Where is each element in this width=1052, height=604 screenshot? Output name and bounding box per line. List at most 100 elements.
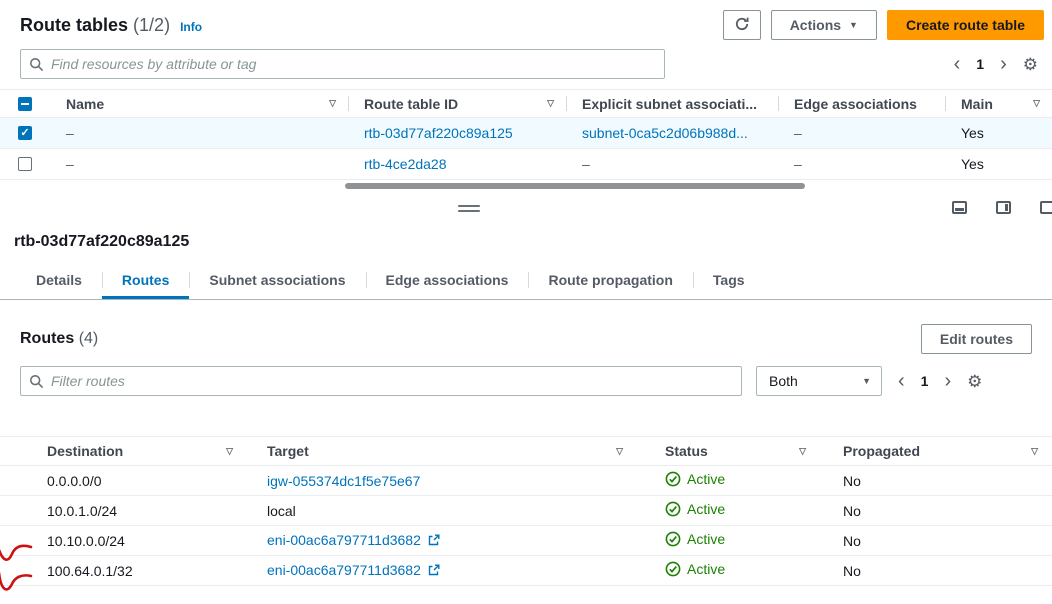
route-row[interactable]: 100.64.0.1/32 eni-00ac6a797711d3682 Acti… (0, 556, 1052, 586)
panel-layout-full-button[interactable] (1036, 197, 1052, 217)
sort-icon[interactable]: ▽ (547, 98, 554, 109)
page-number[interactable]: 1 (921, 373, 929, 389)
route-table-detail-panel: rtb-03d77af220c89a125 Details Routes Sub… (0, 231, 1052, 586)
tab-details[interactable]: Details (16, 263, 102, 299)
route-row[interactable]: 10.0.1.0/24 local Active No (0, 496, 1052, 526)
filter-routes-input[interactable] (20, 366, 742, 396)
next-page-button[interactable]: › (942, 371, 953, 391)
route-tables-table-header: Name ▽ Route table ID ▽ Explicit subnet … (0, 89, 1052, 118)
panel-layout-bottom-icon (952, 201, 967, 214)
cell-name: – (50, 156, 348, 172)
panel-layout-full-icon (1040, 201, 1052, 214)
page-title: Route tables (1/2) (20, 15, 170, 36)
target-link[interactable]: igw-055374dc1f5e75e67 (267, 473, 420, 489)
table-row[interactable]: – rtb-03d77af220c89a125 subnet-0ca5c2d06… (0, 118, 1052, 149)
tab-edge-associations[interactable]: Edge associations (366, 263, 529, 299)
split-panel-divider (0, 189, 1052, 231)
column-header-main: Main ▽ (945, 90, 1052, 117)
route-tables-pagination: ‹ 1 › ⚙ (952, 54, 1038, 74)
page-title-count: (1/2) (133, 15, 170, 35)
select-all-checkbox[interactable] (18, 97, 32, 111)
column-header-name: Name ▽ (50, 90, 348, 117)
search-input[interactable] (20, 49, 665, 79)
row-checkbox[interactable] (18, 157, 32, 171)
route-row[interactable]: 0.0.0.0/0 igw-055374dc1f5e75e67 Active N… (0, 466, 1052, 496)
info-link[interactable]: Info (180, 20, 202, 34)
subnet-link[interactable]: subnet-0ca5c2d06b988d... (582, 125, 748, 141)
tab-subnet-associations[interactable]: Subnet associations (189, 263, 365, 299)
row-checkbox[interactable] (18, 126, 32, 140)
cell-propagated: No (820, 503, 1052, 519)
route-tables-panel: Route tables (1/2) Info Actions ▼ Create… (0, 0, 1052, 189)
create-route-table-button[interactable]: Create route table (887, 10, 1044, 40)
cell-main: Yes (945, 125, 1052, 141)
cell-subnet: – (566, 156, 778, 172)
sort-icon[interactable]: ▽ (1031, 446, 1038, 457)
table-row[interactable]: – rtb-4ce2da28 – – Yes (0, 149, 1052, 180)
routes-title: Routes (4) (20, 330, 98, 348)
target-link[interactable]: eni-00ac6a797711d3682 (267, 532, 421, 548)
sort-icon[interactable]: ▽ (616, 446, 623, 457)
sort-icon[interactable]: ▽ (799, 446, 806, 457)
page-title-text: Route tables (20, 15, 128, 35)
column-header-status: Status ▽ (637, 443, 820, 459)
tab-route-propagation[interactable]: Route propagation (528, 263, 692, 299)
panel-layout-controls (948, 197, 1052, 217)
target-link[interactable]: eni-00ac6a797711d3682 (267, 562, 421, 578)
tab-tags[interactable]: Tags (693, 263, 765, 299)
status-active-icon (665, 501, 681, 517)
cell-destination: 10.10.0.0/24 (0, 533, 247, 549)
status-badge: Active (665, 531, 725, 547)
prev-page-button[interactable]: ‹ (952, 54, 963, 74)
status-active-icon (665, 471, 681, 487)
cell-target: local (247, 503, 637, 519)
route-row[interactable]: 10.10.0.0/24 eni-00ac6a797711d3682 Activ… (0, 526, 1052, 556)
filter-box (20, 366, 742, 396)
settings-gear-icon[interactable]: ⚙ (1023, 56, 1038, 73)
column-header-edge-associations: Edge associations (778, 90, 945, 117)
page-number[interactable]: 1 (976, 56, 984, 72)
prev-page-button[interactable]: ‹ (896, 371, 907, 391)
routes-count: (4) (79, 330, 99, 347)
column-header-target: Target ▽ (247, 443, 637, 459)
panel-layout-side-button[interactable] (992, 197, 1014, 217)
refresh-button[interactable] (723, 10, 761, 40)
column-header-propagated: Propagated ▽ (820, 443, 1052, 459)
settings-gear-icon[interactable]: ⚙ (967, 373, 982, 390)
cell-destination: 100.64.0.1/32 (0, 563, 247, 579)
actions-button[interactable]: Actions ▼ (771, 10, 877, 40)
cell-destination: 0.0.0.0/0 (0, 473, 247, 489)
routes-section: Routes (4) Edit routes Both ▼ ‹ 1 › ⚙ (0, 300, 1052, 586)
next-page-button[interactable]: › (998, 54, 1009, 74)
cell-edge: – (778, 125, 945, 141)
route-scope-value: Both (769, 373, 798, 389)
cell-name: – (50, 125, 348, 141)
column-header-destination: Destination ▽ (0, 443, 247, 459)
edit-routes-button[interactable]: Edit routes (921, 324, 1032, 354)
route-table-id-link[interactable]: rtb-4ce2da28 (364, 156, 447, 172)
column-header-explicit-subnet: Explicit subnet associati... (566, 90, 778, 117)
panel-layout-side-icon (996, 201, 1011, 214)
refresh-icon (734, 16, 750, 35)
sort-icon[interactable]: ▽ (226, 446, 233, 457)
detail-title: rtb-03d77af220c89a125 (0, 231, 1052, 263)
detail-tabs: Details Routes Subnet associations Edge … (0, 263, 1052, 300)
sort-icon[interactable]: ▽ (1033, 98, 1040, 109)
routes-table-header: Destination ▽ Target ▽ Status ▽ Propagat… (0, 436, 1052, 466)
actions-button-label: Actions (790, 17, 841, 33)
route-tables-toolbar: ‹ 1 › ⚙ (0, 40, 1052, 89)
sort-icon[interactable]: ▽ (329, 98, 336, 109)
route-table-id-link[interactable]: rtb-03d77af220c89a125 (364, 125, 513, 141)
status-badge: Active (665, 471, 725, 487)
status-active-icon (665, 531, 681, 547)
tab-routes[interactable]: Routes (102, 263, 189, 299)
split-drag-handle[interactable] (458, 205, 480, 212)
route-scope-select[interactable]: Both ▼ (756, 366, 882, 396)
cell-propagated: No (820, 473, 1052, 489)
cell-destination: 10.0.1.0/24 (0, 503, 247, 519)
cell-main: Yes (945, 156, 1052, 172)
cell-propagated: No (820, 563, 1052, 579)
routes-pagination: ‹ 1 › ⚙ (896, 371, 982, 391)
search-box (20, 49, 665, 79)
panel-layout-bottom-button[interactable] (948, 197, 970, 217)
